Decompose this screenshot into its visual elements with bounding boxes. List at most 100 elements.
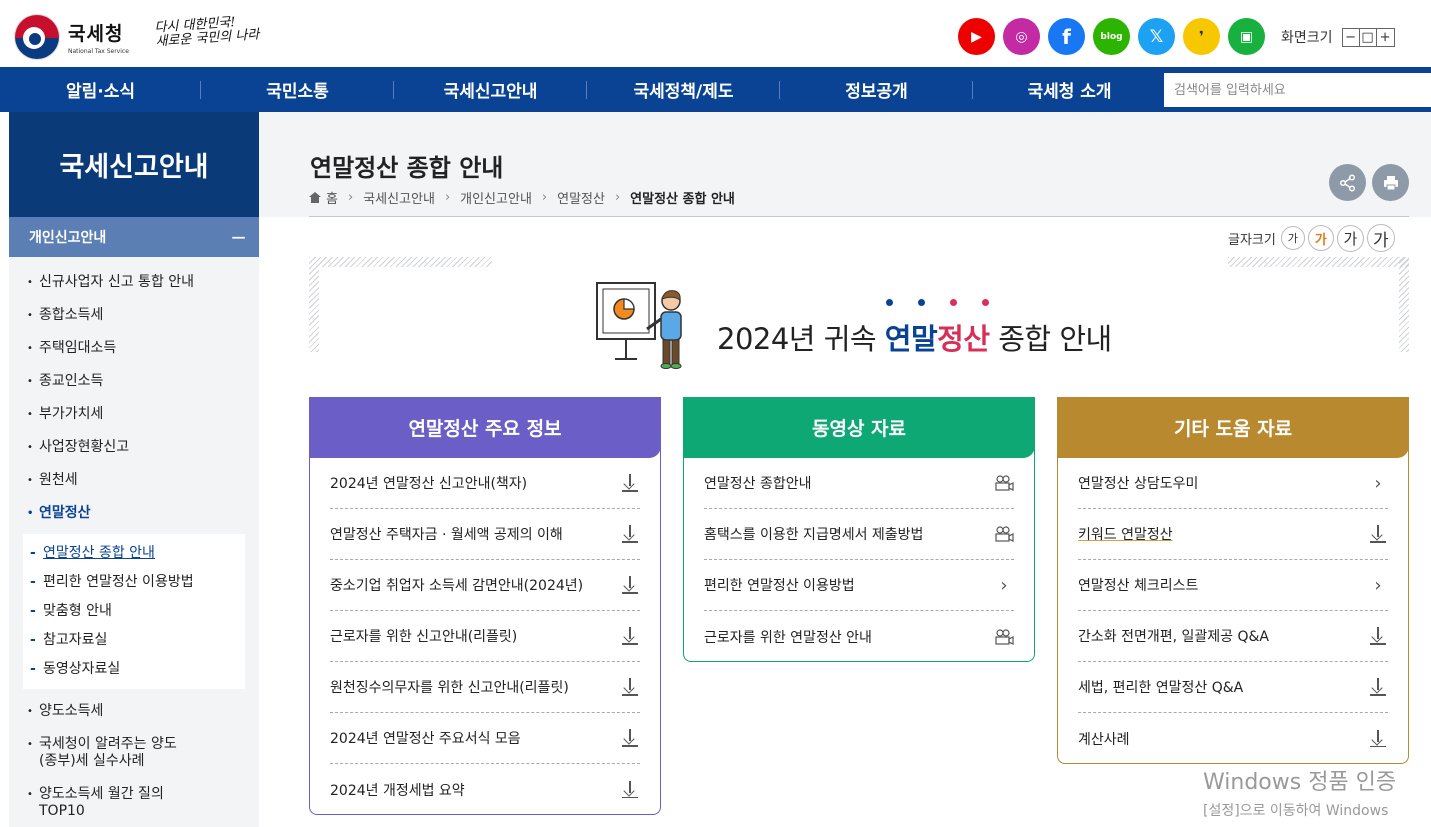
sidebar-title: 국세신고안내 <box>9 112 259 217</box>
x-icon[interactable]: 𝕏 <box>1138 18 1175 55</box>
sidebar-item[interactable]: 종교인소득 <box>9 365 259 398</box>
sidebar-subitem[interactable]: 편리한 연말정산 이용방법 <box>23 568 245 597</box>
chevron-right-icon[interactable]: › <box>994 575 1014 596</box>
download-icon[interactable] <box>620 575 640 595</box>
list-item[interactable]: 2024년 개정세법 요약 <box>330 764 640 815</box>
video-icon[interactable] <box>994 473 1014 493</box>
instagram-icon[interactable]: ◎ <box>1003 18 1040 55</box>
list-item[interactable]: 중소기업 취업자 소득세 감면안내(2024년) <box>330 560 640 611</box>
zoom-out-button[interactable]: − <box>1343 28 1360 46</box>
nav-item-communication[interactable]: 국민소통 <box>201 67 394 112</box>
list-item[interactable]: 근로자를 위한 연말정산 안내 <box>704 611 1014 662</box>
breadcrumb-item[interactable]: 개인신고안내 <box>460 188 532 207</box>
download-icon[interactable] <box>1368 626 1388 646</box>
font-size-default-button[interactable]: 가 <box>1307 225 1334 251</box>
sidebar-item[interactable]: 양도소득세 <box>9 695 259 728</box>
list-item[interactable]: 연말정산 체크리스트 › <box>1078 560 1388 611</box>
sidebar-section-header[interactable]: 개인신고안내 − <box>9 217 259 257</box>
sidebar-subitem[interactable]: 참고자료실 <box>23 626 245 655</box>
banner-hatch <box>1228 257 1409 267</box>
sidebar-item[interactable]: 주택임대소득 <box>9 332 259 365</box>
zoom-in-button[interactable]: + <box>1377 29 1394 46</box>
nav-item-news[interactable]: 알림·소식 <box>0 67 201 112</box>
list-item[interactable]: 계산사례 <box>1078 713 1388 764</box>
main-nav: 알림·소식 국민소통 국세신고안내 국세정책/제도 정보공개 국세청 소개 <box>0 67 1431 112</box>
list-item[interactable]: 연말정산 상담도우미 › <box>1078 458 1388 509</box>
sidebar-item[interactable]: 양도소득세 월간 질의 TOP10 <box>9 778 259 827</box>
sidebar-submenu: 연말정산 종합 안내 편리한 연말정산 이용방법 맞춤형 안내 참고자료실 동영… <box>23 534 245 689</box>
chevron-right-icon[interactable]: › <box>1368 473 1388 494</box>
sidebar-menu-rest: 양도소득세 국세청이 알려주는 양도 (종부)세 실수사례 양도소득세 월간 질… <box>9 693 259 827</box>
list-item[interactable]: 세법, 편리한 연말정산 Q&A <box>1078 662 1388 713</box>
breadcrumb-item[interactable]: 국세신고안내 <box>363 188 435 207</box>
font-size-small-button[interactable]: 가 <box>1280 226 1305 250</box>
logo-subtitle: National Tax Service <box>68 48 129 55</box>
list-item[interactable]: 근로자를 위한 신고안내(리플릿) <box>330 611 640 662</box>
nav-item-tax-filing[interactable]: 국세신고안내 <box>394 67 587 112</box>
zoom-reset-button[interactable]: □ <box>1360 28 1377 46</box>
font-size-xlarge-button[interactable]: 가 <box>1366 224 1395 252</box>
download-icon[interactable] <box>1368 677 1388 697</box>
download-icon[interactable] <box>1368 729 1388 749</box>
chevron-right-icon: › <box>541 190 548 205</box>
sidebar-subitem[interactable]: 동영상자료실 <box>23 655 245 684</box>
sidebar-item[interactable]: 국세청이 알려주는 양도 (종부)세 실수사례 <box>9 728 259 778</box>
nav-item-about[interactable]: 국세청 소개 <box>973 67 1166 112</box>
list-item[interactable]: 2024년 연말정산 신고안내(책자) <box>330 458 640 509</box>
chevron-right-icon[interactable]: › <box>1368 575 1388 596</box>
breadcrumb-home[interactable]: 홈 <box>326 188 338 207</box>
video-icon[interactable] <box>994 524 1014 544</box>
sidebar-item-active[interactable]: 연말정산 <box>9 497 259 530</box>
breadcrumb: 홈 › 국세신고안내 › 개인신고안내 › 연말정산 › 연말정산 종합 안내 <box>309 188 735 207</box>
video-box: 동영상 자료 연말정산 종합안내 홈택스를 이용한 지급명세서 제출방법 편리한… <box>683 397 1035 662</box>
list-item[interactable]: 간소화 전면개편, 일괄제공 Q&A <box>1078 611 1388 662</box>
video-icon[interactable] <box>994 627 1014 647</box>
download-icon[interactable] <box>620 780 640 800</box>
font-size-label: 글자크기 <box>1228 232 1276 248</box>
list-item[interactable]: 연말정산 주택자금 · 월세액 공제의 이해 <box>330 509 640 560</box>
sidebar-subitem-current[interactable]: 연말정산 종합 안내 <box>23 539 245 568</box>
chevron-right-icon: › <box>347 190 354 205</box>
sidebar-item[interactable]: 사업장현황신고 <box>9 431 259 464</box>
list-item[interactable]: 연말정산 종합안내 <box>704 458 1014 509</box>
sidebar-item[interactable]: 원천세 <box>9 464 259 497</box>
list-item[interactable]: 원천징수의무자를 위한 신고안내(리플릿) <box>330 662 640 713</box>
sidebar-item[interactable]: 부가가치세 <box>9 398 259 431</box>
nav-item-tax-policy[interactable]: 국세정책/제도 <box>587 67 780 112</box>
blog-icon[interactable]: blog <box>1093 18 1130 55</box>
list-item[interactable]: 홈택스를 이용한 지급명세서 제출방법 <box>704 509 1014 560</box>
naver-tv-icon[interactable]: ▣ <box>1228 18 1265 55</box>
download-icon[interactable] <box>620 524 640 544</box>
nts-logo[interactable]: 국세청 National Tax Service <box>14 14 129 60</box>
banner-title: 2024년 귀속 연말정산 종합 안내 <box>717 322 1112 356</box>
youtube-icon[interactable]: ▶ <box>958 18 995 55</box>
kakao-icon[interactable]: ❜ <box>1183 18 1220 55</box>
collapse-icon[interactable]: − <box>230 225 247 249</box>
download-icon[interactable] <box>1368 524 1388 544</box>
sidebar: 국세신고안내 개인신고안내 − 신규사업자 신고 통합 안내 종합소득세 주택임… <box>9 112 259 827</box>
breadcrumb-current: 연말정산 종합 안내 <box>630 192 735 207</box>
download-icon[interactable] <box>620 728 640 748</box>
facebook-icon[interactable]: f <box>1048 18 1085 55</box>
list-item[interactable]: 2024년 연말정산 주요서식 모음 <box>330 713 640 764</box>
windows-activation-watermark: Windows 정품 인증 [설정]으로 이동하여 Windows <box>1203 770 1397 819</box>
download-icon[interactable] <box>620 677 640 697</box>
print-button[interactable] <box>1372 164 1409 201</box>
download-icon[interactable] <box>620 626 640 646</box>
font-size-large-button[interactable]: 가 <box>1336 224 1364 252</box>
banner-hatch <box>309 257 492 267</box>
sidebar-subitem[interactable]: 맞춤형 안내 <box>23 597 245 626</box>
list-item[interactable]: 편리한 연말정산 이용방법 › <box>704 560 1014 611</box>
nav-item-disclosure[interactable]: 정보공개 <box>780 67 973 112</box>
sidebar-item[interactable]: 신규사업자 신고 통합 안내 <box>9 266 259 299</box>
decorative-dots <box>886 299 989 306</box>
share-button[interactable] <box>1329 164 1366 201</box>
download-icon[interactable] <box>620 473 640 493</box>
main-info-box: 연말정산 주요 정보 2024년 연말정산 신고안내(책자) 연말정산 주택자금… <box>309 397 661 815</box>
search-input[interactable] <box>1164 73 1431 107</box>
screen-size-control: 화면크기 − □ + <box>1281 27 1395 47</box>
breadcrumb-item[interactable]: 연말정산 <box>557 188 605 207</box>
list-item[interactable]: 키워드 연말정산 <box>1078 509 1388 560</box>
share-icon <box>1339 173 1355 192</box>
sidebar-item[interactable]: 종합소득세 <box>9 299 259 332</box>
